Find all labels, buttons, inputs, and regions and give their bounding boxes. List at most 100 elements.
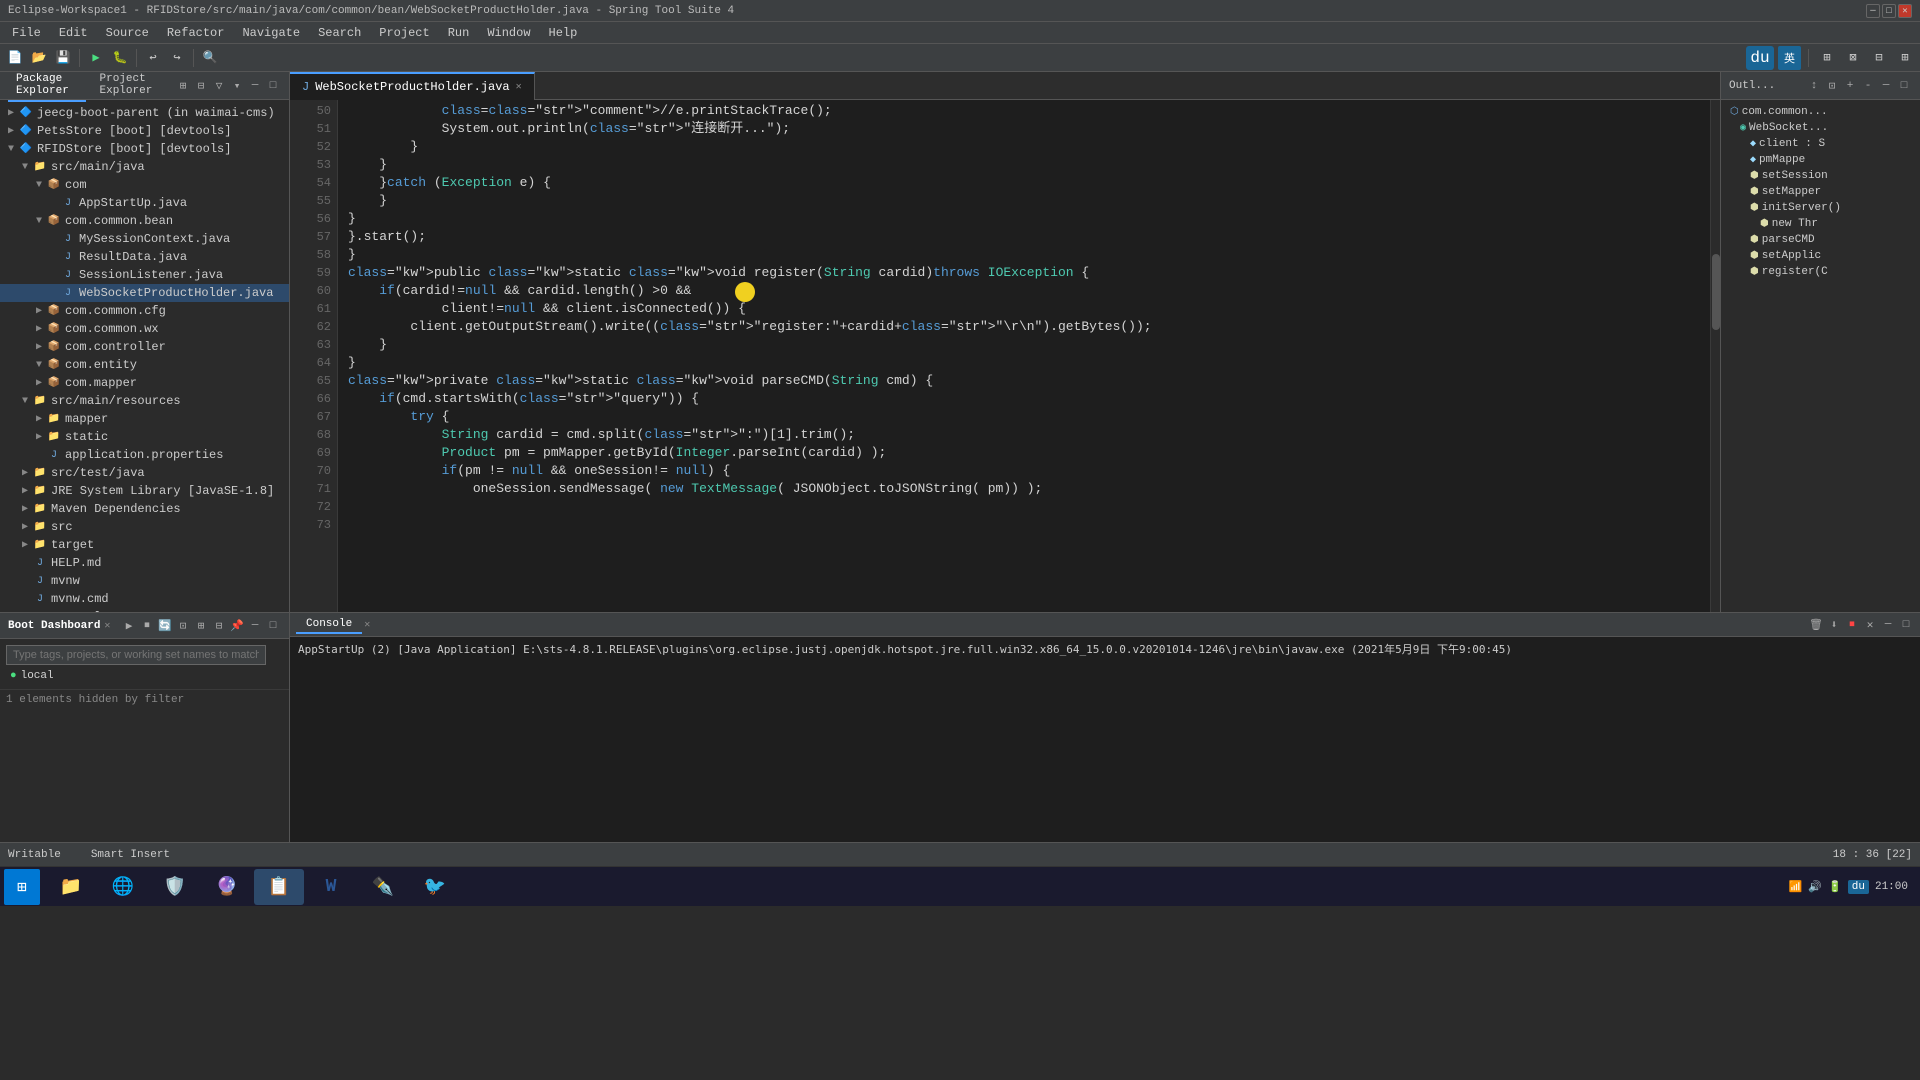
maximize-button[interactable]: □ bbox=[1882, 4, 1896, 18]
ime-indicator[interactable]: du bbox=[1848, 880, 1869, 894]
input-method-btn[interactable]: du bbox=[1746, 46, 1774, 70]
taskbar-app3[interactable]: ✒️ bbox=[358, 869, 408, 905]
collapse-all-icon[interactable]: ⊞ bbox=[175, 78, 191, 94]
icon-btn3[interactable]: ⊟ bbox=[1868, 47, 1890, 69]
open-button[interactable]: 📂 bbox=[28, 47, 50, 69]
tree-item[interactable]: ▼ 📦 com.entity bbox=[0, 356, 289, 374]
outline-item[interactable]: ⬢ new Thr bbox=[1721, 216, 1920, 232]
tree-item[interactable]: ▶ 📁 JRE System Library [JavaSE-1.8] bbox=[0, 482, 289, 500]
boot-icon2[interactable]: ⏹ bbox=[139, 618, 155, 634]
menu-refactor[interactable]: Refactor bbox=[159, 24, 233, 42]
outline-collapse-icon[interactable]: - bbox=[1860, 78, 1876, 94]
search-button[interactable]: 🔍 bbox=[199, 47, 221, 69]
tree-item[interactable]: ▶ 📁 target bbox=[0, 536, 289, 554]
menu-window[interactable]: Window bbox=[479, 24, 538, 42]
tree-item[interactable]: ▶ 📁 mapper bbox=[0, 410, 289, 428]
link-icon[interactable]: ⊟ bbox=[193, 78, 209, 94]
taskbar-app1[interactable]: 🔮 bbox=[202, 869, 252, 905]
tree-item[interactable]: ▼ 📁 src/main/java bbox=[0, 158, 289, 176]
tree-item[interactable]: ▶ 🔷 PetsStore [boot] [devtools] bbox=[0, 122, 289, 140]
code-content[interactable]: class=class="str">"comment">//e.printSta… bbox=[338, 100, 1720, 612]
tab-package-explorer[interactable]: Package Explorer bbox=[8, 70, 86, 102]
icon-btn1[interactable]: ⊞ bbox=[1816, 47, 1838, 69]
boot-pin-icon[interactable]: 📌 bbox=[229, 618, 245, 634]
taskbar-browser[interactable]: 🌐 bbox=[98, 869, 148, 905]
code-editor[interactable]: 5051525354555657585960616263646566676869… bbox=[290, 100, 1720, 612]
debug-button[interactable]: 🐛 bbox=[109, 47, 131, 69]
outline-maximize-icon[interactable]: □ bbox=[1896, 78, 1912, 94]
redo-button[interactable]: ↪ bbox=[166, 47, 188, 69]
minimize-panel-icon[interactable]: ─ bbox=[247, 78, 263, 94]
tree-item[interactable]: ▼ 🔷 RFIDStore [boot] [devtools] bbox=[0, 140, 289, 158]
icon-btn4[interactable]: ⊞ bbox=[1894, 47, 1916, 69]
close-button[interactable]: ✕ bbox=[1898, 4, 1912, 18]
tree-item[interactable]: J ResultData.java bbox=[0, 248, 289, 266]
taskbar-twitter[interactable]: 🐦 bbox=[410, 869, 460, 905]
tab-project-explorer[interactable]: Project Explorer bbox=[92, 70, 170, 102]
console-stop-icon[interactable]: ⏹ bbox=[1844, 617, 1860, 633]
lang-btn[interactable]: 英 bbox=[1778, 46, 1801, 70]
tree-item[interactable]: J AppStartUp.java bbox=[0, 194, 289, 212]
menu-source[interactable]: Source bbox=[98, 24, 157, 42]
tree-item[interactable]: J mvnw bbox=[0, 572, 289, 590]
view-menu-icon[interactable]: ▾ bbox=[229, 78, 245, 94]
menu-navigate[interactable]: Navigate bbox=[234, 24, 308, 42]
tree-item[interactable]: J HELP.md bbox=[0, 554, 289, 572]
menu-run[interactable]: Run bbox=[440, 24, 478, 42]
taskbar-file-explorer[interactable]: 📁 bbox=[46, 869, 96, 905]
tree-item[interactable]: ▶ 📁 src/test/java bbox=[0, 464, 289, 482]
menu-edit[interactable]: Edit bbox=[51, 24, 96, 42]
menu-help[interactable]: Help bbox=[541, 24, 586, 42]
tree-item[interactable]: ▶ 📁 Maven Dependencies bbox=[0, 500, 289, 518]
tree-item[interactable]: J WebSocketProductHolder.java bbox=[0, 284, 289, 302]
boot-icon3[interactable]: 🔄 bbox=[157, 618, 173, 634]
tree-item[interactable]: J pom.xml bbox=[0, 608, 289, 612]
menu-search[interactable]: Search bbox=[310, 24, 369, 42]
outline-item[interactable]: ⬢ initServer() bbox=[1721, 200, 1920, 216]
outline-item[interactable]: ⬡ com.common... bbox=[1721, 104, 1920, 120]
outline-item[interactable]: ◆ pmMappe bbox=[1721, 152, 1920, 168]
console-terminate-icon[interactable]: ✕ bbox=[1862, 617, 1878, 633]
tree-item[interactable]: J application.properties bbox=[0, 446, 289, 464]
boot-icon1[interactable]: ▶ bbox=[121, 618, 137, 634]
outline-item[interactable]: ⬢ setSession bbox=[1721, 168, 1920, 184]
tree-item[interactable]: ▶ 📁 src bbox=[0, 518, 289, 536]
maximize-panel-icon[interactable]: □ bbox=[265, 78, 281, 94]
tree-item[interactable]: J mvnw.cmd bbox=[0, 590, 289, 608]
console-clear-icon[interactable]: 🗑 bbox=[1808, 617, 1824, 633]
tree-item[interactable]: ▶ 📁 static bbox=[0, 428, 289, 446]
tree-item[interactable]: ▶ 📦 com.controller bbox=[0, 338, 289, 356]
tree-item[interactable]: ▶ 📦 com.common.cfg bbox=[0, 302, 289, 320]
tree-item[interactable]: J MySessionContext.java bbox=[0, 230, 289, 248]
tree-item[interactable]: ▶ 🔷 jeecg-boot-parent (in waimai-cms) bbox=[0, 104, 289, 122]
outline-sort-icon[interactable]: ↕ bbox=[1806, 78, 1822, 94]
boot-search-input[interactable] bbox=[6, 645, 266, 665]
tree-item[interactable]: ▼ 📦 com.common.bean bbox=[0, 212, 289, 230]
icon-btn2[interactable]: ⊠ bbox=[1842, 47, 1864, 69]
vertical-scrollbar[interactable] bbox=[1710, 100, 1720, 612]
boot-maximize-icon[interactable]: □ bbox=[265, 618, 281, 634]
save-button[interactable]: 💾 bbox=[52, 47, 74, 69]
tab-close-button[interactable]: ✕ bbox=[516, 81, 522, 93]
outline-item[interactable]: ⬢ parseCMD bbox=[1721, 232, 1920, 248]
tree-item[interactable]: J SessionListener.java bbox=[0, 266, 289, 284]
tree-item[interactable]: ▶ 📦 com.common.wx bbox=[0, 320, 289, 338]
start-button[interactable]: ⊞ bbox=[4, 869, 40, 905]
filter-icon[interactable]: ▽ bbox=[211, 78, 227, 94]
tree-item[interactable]: ▼ 📁 src/main/resources bbox=[0, 392, 289, 410]
console-tab[interactable]: Console bbox=[296, 616, 362, 634]
outline-minimize-icon[interactable]: ─ bbox=[1878, 78, 1894, 94]
outline-item[interactable]: ⬢ setApplic bbox=[1721, 248, 1920, 264]
boot-icon5[interactable]: ⊞ bbox=[193, 618, 209, 634]
boot-icon6[interactable]: ⊟ bbox=[211, 618, 227, 634]
boot-local-item[interactable]: ● local bbox=[6, 669, 283, 683]
run-button[interactable]: ▶ bbox=[85, 47, 107, 69]
menu-project[interactable]: Project bbox=[371, 24, 437, 42]
minimize-button[interactable]: ─ bbox=[1866, 4, 1880, 18]
boot-minimize-icon[interactable]: ─ bbox=[247, 618, 263, 634]
outline-item[interactable]: ◉ WebSocket... bbox=[1721, 120, 1920, 136]
console-maximize-icon[interactable]: □ bbox=[1898, 617, 1914, 633]
console-minimize-icon[interactable]: ─ bbox=[1880, 617, 1896, 633]
editor-tab-websocket[interactable]: J WebSocketProductHolder.java ✕ bbox=[290, 72, 535, 100]
console-scroll-icon[interactable]: ⬇ bbox=[1826, 617, 1842, 633]
